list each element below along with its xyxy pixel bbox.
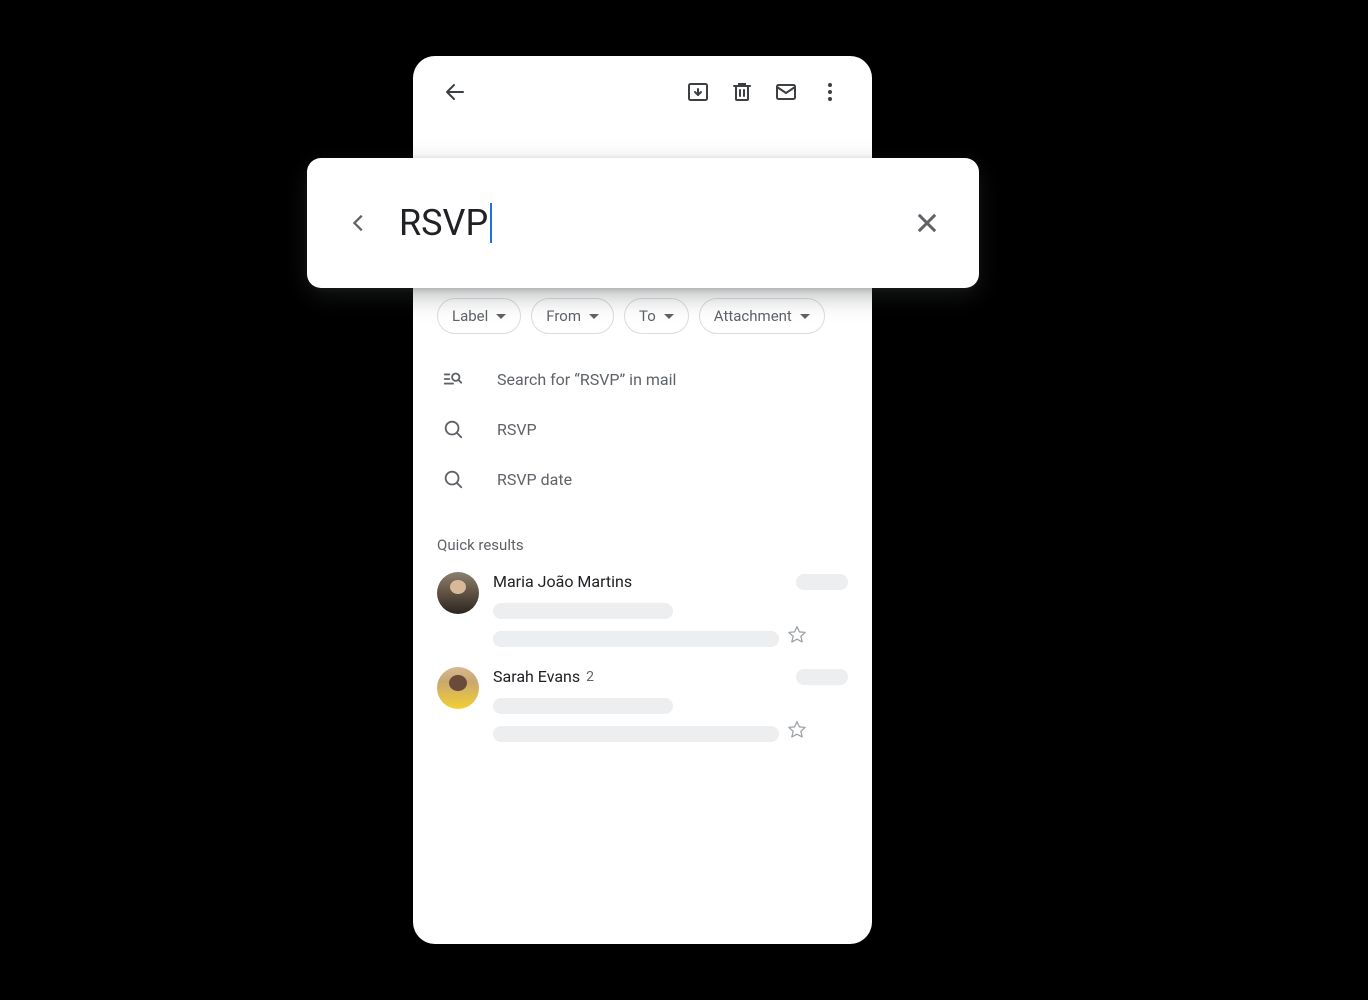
archive-icon[interactable] — [676, 70, 720, 114]
subject-placeholder — [493, 603, 673, 619]
chevron-down-icon — [496, 314, 506, 319]
suggestion-text: RSVP — [497, 420, 537, 439]
result-row[interactable]: Sarah Evans 2 — [413, 657, 872, 752]
phone-toolbar — [413, 56, 872, 128]
date-placeholder — [796, 574, 848, 590]
filter-chips-row: Label From To Attachment — [413, 298, 872, 334]
suggestion-row[interactable]: RSVP date — [413, 454, 872, 504]
result-row[interactable]: Maria João Martins — [413, 562, 872, 657]
chevron-down-icon — [800, 314, 810, 319]
chip-text: From — [546, 307, 581, 325]
chip-text: To — [639, 307, 656, 325]
mail-icon[interactable] — [764, 70, 808, 114]
filter-chip-attachment[interactable]: Attachment — [699, 298, 825, 334]
suggestions-list: Search for “RSVP” in mail RSVP RSVP date — [413, 334, 872, 524]
suggestion-text: Search for “RSVP” in mail — [497, 370, 676, 389]
subject-placeholder — [493, 698, 673, 714]
text-cursor — [490, 203, 492, 243]
search-bar: RSVP — [307, 158, 979, 288]
search-query-text: RSVP — [399, 202, 488, 244]
chip-text: Label — [452, 307, 488, 325]
filter-chip-to[interactable]: To — [624, 298, 689, 334]
suggestion-text: RSVP date — [497, 470, 572, 489]
quick-results-header: Quick results — [413, 524, 872, 562]
avatar — [437, 667, 479, 709]
filter-chip-label[interactable]: Label — [437, 298, 521, 334]
chevron-down-icon — [664, 314, 674, 319]
search-icon — [441, 417, 465, 441]
result-body: Maria João Martins — [493, 572, 848, 647]
snippet-placeholder — [493, 726, 779, 742]
sender-name: Sarah Evans — [493, 667, 580, 686]
star-icon[interactable] — [787, 720, 807, 740]
date-placeholder — [796, 669, 848, 685]
clear-search-button[interactable] — [907, 203, 947, 243]
delete-icon[interactable] — [720, 70, 764, 114]
chip-text: Attachment — [714, 307, 792, 325]
sender-name: Maria João Martins — [493, 572, 632, 591]
search-back-button[interactable] — [339, 203, 379, 243]
search-icon — [441, 467, 465, 491]
avatar — [437, 572, 479, 614]
chevron-down-icon — [589, 314, 599, 319]
manage-search-icon — [441, 367, 465, 391]
search-input[interactable]: RSVP — [399, 202, 907, 244]
snippet-placeholder — [493, 631, 779, 647]
star-icon[interactable] — [787, 625, 807, 645]
more-vert-icon[interactable] — [808, 70, 852, 114]
suggestion-row[interactable]: RSVP — [413, 404, 872, 454]
search-in-mail-row[interactable]: Search for “RSVP” in mail — [413, 354, 872, 404]
back-arrow-icon[interactable] — [433, 70, 477, 114]
filter-chip-from[interactable]: From — [531, 298, 614, 334]
thread-count: 2 — [586, 669, 594, 685]
result-body: Sarah Evans 2 — [493, 667, 848, 742]
